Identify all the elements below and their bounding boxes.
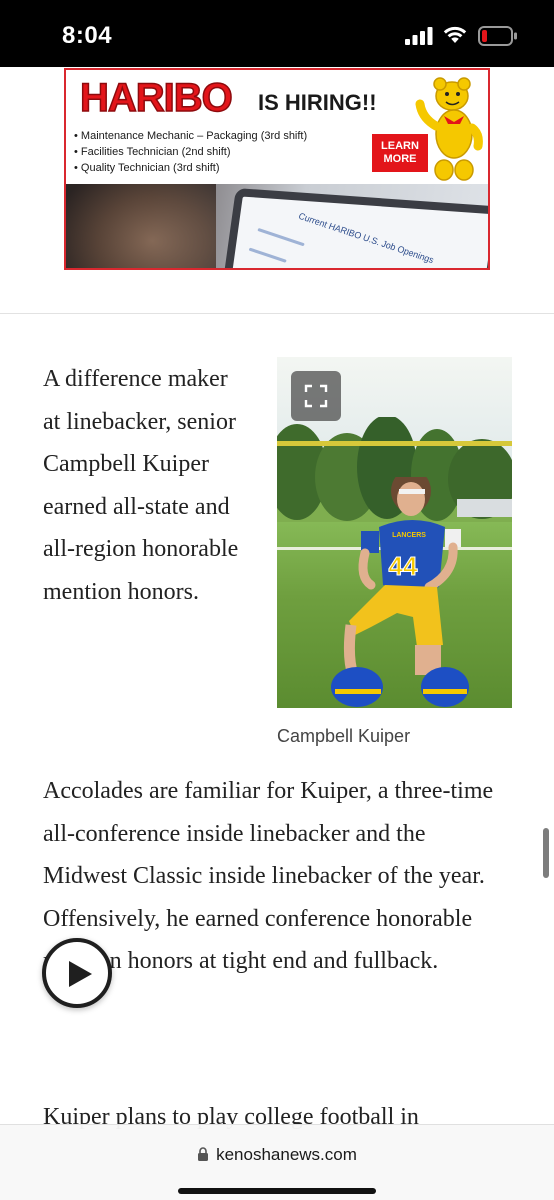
section-divider [0,313,554,314]
jersey-text: LANCERS [392,532,426,539]
play-audio-button[interactable] [42,938,112,1008]
home-indicator[interactable] [178,1188,376,1194]
cellular-signal-icon [405,27,433,45]
article-photo[interactable]: 44 LANCERS [277,357,512,708]
ad-job-item: Facilities Technician (2nd shift) [74,144,307,160]
status-bar: 8:04 [0,0,554,67]
article-paragraph: Accolades are familiar for Kuiper, a thr… [43,778,494,975]
ad-screen-text: Current HARIBO U.S. Job Openings [297,210,436,266]
ad-job-list: Maintenance Mechanic – Packaging (3rd sh… [74,128,307,176]
football-player-figure: 44 LANCERS [331,477,469,707]
ad-screen-line [248,247,287,263]
ad-headline: IS HIRING!! [258,90,377,115]
ad-brand-logo: HARIBO [79,75,233,121]
wifi-icon [443,26,467,43]
ad-screen-line [257,227,305,247]
url-bar[interactable]: kenoshanews.com [0,1145,554,1165]
haribo-ad-banner[interactable]: HARIBO IS HIRING!! Maintenance Mechanic … [64,68,490,270]
ad-photo-tablet: Current HARIBO U.S. Job Openings [220,188,488,268]
ad-top-panel: HARIBO IS HIRING!! Maintenance Mechanic … [66,70,488,184]
photo-caption: Campbell Kuiper [277,726,411,746]
expand-icon [304,384,328,408]
lock-icon [198,1147,209,1161]
gold-bear-mascot-icon [415,77,483,181]
url-text: kenoshanews.com [216,1145,357,1164]
status-time: 8:04 [62,22,113,49]
ad-job-item: Quality Technician (3rd shift) [74,160,307,176]
battery-low-icon [478,26,517,46]
expand-image-button[interactable] [291,371,341,421]
play-icon [69,961,92,987]
ad-job-item: Maintenance Mechanic – Packaging (3rd sh… [74,128,307,144]
article-paragraph: A difference maker at linebacker, senior… [43,366,239,605]
browser-bottom-bar: kenoshanews.com [0,1124,554,1200]
jersey-number: 44 [389,551,418,581]
photo-goalpost [277,441,512,446]
ad-photo-person [66,184,216,268]
scrollbar-thumb[interactable] [543,828,549,878]
ad-photo: Current HARIBO U.S. Job Openings [66,184,488,268]
